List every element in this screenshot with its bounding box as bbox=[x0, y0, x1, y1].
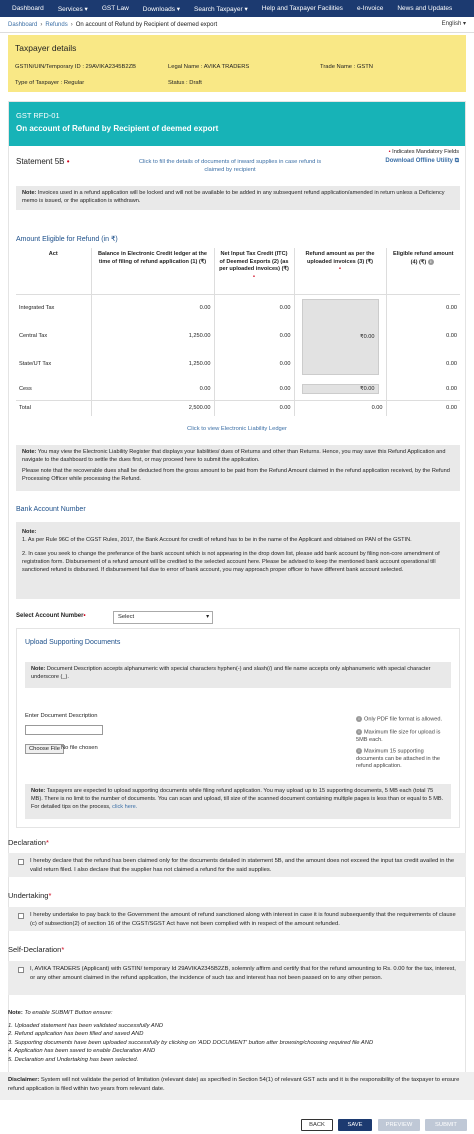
breadcrumb: Dashboard › Refunds › On account of Refu… bbox=[0, 17, 474, 33]
account-number-select[interactable]: Select ▾ bbox=[113, 611, 213, 624]
declaration-box: I hereby declare that the refund has bee… bbox=[8, 853, 466, 877]
nav-search-taxpayer[interactable]: Search Taxpayer ▾ bbox=[187, 0, 255, 17]
document-description-input[interactable] bbox=[25, 725, 103, 735]
self-declaration-box: I, AVIKA TRADERS (Applicant) with GSTIN/… bbox=[8, 961, 466, 995]
taxpayer-details: Taxpayer details GSTIN/UIN/Temporary ID … bbox=[8, 35, 466, 92]
electronic-liability-ledger-link[interactable]: Click to view Electronic Liability Ledge… bbox=[9, 426, 465, 432]
refund-central-input[interactable]: ₹0.00 bbox=[301, 298, 379, 375]
download-offline-utility-link[interactable]: Download Offline Utility ⧉ bbox=[385, 158, 459, 165]
submit-note: Note: To enable SUBMIT Button ensure: 1.… bbox=[8, 1010, 374, 1063]
document-description-label: Enter Document Description bbox=[25, 713, 98, 719]
upload-info-1: i Only PDF file format is allowed. bbox=[356, 716, 452, 724]
disclaimer: Disclaimer: System will not validate the… bbox=[0, 1072, 474, 1100]
select-account-label: Select Account Number• bbox=[16, 613, 86, 619]
statement-label: Statement 5B • bbox=[16, 157, 70, 166]
nav-news[interactable]: News and Updates bbox=[390, 0, 459, 17]
status-field: Status : Draft bbox=[168, 80, 202, 86]
nav-downloads[interactable]: Downloads ▾ bbox=[136, 0, 187, 17]
upload-section: Upload Supporting Documents Note: Docume… bbox=[16, 628, 460, 828]
table-row: Cess 0.00 0.00 ₹0.00 0.00 bbox=[16, 378, 460, 401]
info-icon: i bbox=[356, 748, 362, 754]
nav-services[interactable]: Services ▾ bbox=[51, 0, 95, 17]
form-header: GST RFD-01 On account of Refund by Recip… bbox=[9, 102, 465, 146]
breadcrumb-separator: › bbox=[70, 21, 73, 28]
self-declaration-heading: Self-Declaration* bbox=[8, 945, 65, 954]
submit-button[interactable]: SUBMIT bbox=[425, 1119, 467, 1131]
amount-eligible-heading: Amount Eligible for Refund (in ₹) bbox=[16, 236, 118, 243]
click-here-link[interactable]: click here. bbox=[112, 804, 137, 810]
taxpayer-upload-note: Note: Taxpayers are expected to upload s… bbox=[25, 784, 451, 819]
external-link-icon: ⧉ bbox=[454, 158, 459, 164]
nav-gst-law[interactable]: GST Law bbox=[95, 0, 136, 17]
col-refund: Refund amount as per the uploaded invoic… bbox=[293, 248, 386, 295]
nav-dashboard[interactable]: Dashboard bbox=[0, 0, 51, 17]
form-name: On account of Refund by Recipient of dee… bbox=[16, 124, 219, 133]
liability-note: Note: You may view the Electronic Liabil… bbox=[16, 445, 460, 491]
gstin-field: GSTIN/UIN/Temporary ID : 29AVIKA2345B2ZB bbox=[15, 64, 137, 70]
taxpayer-type-field: Type of Taxpayer : Regular bbox=[15, 80, 85, 86]
table-row: State/UT Tax 1,250.00 0.00 0.00 bbox=[16, 350, 460, 379]
upload-info-2: i Maximum file size for upload is 5MB eac… bbox=[356, 729, 441, 743]
table-row: Integrated Tax 0.00 0.00 ₹0.00 0.00 bbox=[16, 294, 460, 379]
legal-name-field: Legal Name : AVIKA TRADERS bbox=[168, 64, 250, 70]
upload-note: Note: Document Description accepts alpha… bbox=[25, 662, 451, 688]
col-act: Act bbox=[16, 248, 91, 295]
preview-button[interactable]: PREVIEW bbox=[378, 1119, 420, 1131]
chevron-down-icon: ▾ bbox=[206, 614, 209, 620]
col-balance: Balance in Electronic Credit ledger at t… bbox=[90, 248, 214, 295]
invoice-lock-note: Note: Invoices used in a refund applicat… bbox=[16, 186, 460, 210]
breadcrumb-current: On account of Refund by Recipient of dee… bbox=[75, 21, 218, 28]
refund-cess-input[interactable]: ₹0.00 bbox=[301, 384, 379, 395]
language-selector[interactable]: English ▾ bbox=[442, 20, 466, 27]
table-row: Central Tax 1,250.00 0.00 0.00 bbox=[16, 322, 460, 351]
col-net-itc: Net Input Tax Credit (ITC) of Deemed Exp… bbox=[213, 248, 294, 295]
taxpayer-details-title: Taxpayer details bbox=[15, 43, 77, 53]
info-icon: i bbox=[356, 716, 362, 722]
undertaking-heading: Undertaking* bbox=[8, 891, 52, 900]
nav-help[interactable]: Help and Taxpayer Facilities bbox=[255, 0, 350, 17]
declaration-checkbox[interactable] bbox=[18, 859, 24, 865]
refund-form-panel: GST RFD-01 On account of Refund by Recip… bbox=[8, 101, 466, 1097]
back-button[interactable]: BACK bbox=[301, 1119, 333, 1131]
undertaking-box: I hereby undertake to pay back to the Go… bbox=[8, 907, 466, 931]
bank-note: Note: 1. As per Rule 96C of the CGST Rul… bbox=[16, 522, 460, 599]
bank-account-heading: Bank Account Number bbox=[16, 506, 86, 513]
self-declaration-checkbox[interactable] bbox=[18, 967, 24, 973]
upload-heading: Upload Supporting Documents bbox=[25, 639, 121, 646]
nav-e-invoice[interactable]: e-Invoice bbox=[350, 0, 390, 17]
undertaking-checkbox[interactable] bbox=[18, 913, 24, 919]
choose-file-button[interactable]: Choose File bbox=[25, 744, 64, 754]
breadcrumb-refunds[interactable]: Refunds bbox=[45, 22, 67, 28]
breadcrumb-dashboard[interactable]: Dashboard bbox=[8, 22, 37, 28]
trade-name-field: Trade Name : GSTN bbox=[320, 64, 373, 70]
col-eligible: Eligible refund amount (4) (₹) i bbox=[385, 248, 460, 295]
refund-input-block: ₹0.00 bbox=[293, 294, 386, 379]
amount-table: Act Balance in Electronic Credit ledger … bbox=[16, 248, 460, 416]
file-status: No file chosen bbox=[61, 745, 98, 751]
upload-info-3: i Maximum 15 supporting documents can be … bbox=[356, 748, 440, 770]
mandatory-indicator: • Indicates Mandatory Fields bbox=[388, 149, 459, 155]
table-total-row: Total 2,500.00 0.00 0.00 0.00 bbox=[16, 400, 460, 416]
form-code: GST RFD-01 bbox=[16, 111, 60, 120]
info-icon[interactable]: i bbox=[427, 258, 434, 265]
declaration-heading: Declaration* bbox=[8, 838, 49, 847]
save-button[interactable]: SAVE bbox=[338, 1119, 372, 1131]
top-nav: Dashboard Services ▾ GST Law Downloads ▾… bbox=[0, 0, 474, 17]
statement-5b-link[interactable]: Click to fill the details of documents o… bbox=[130, 158, 330, 174]
breadcrumb-separator: › bbox=[40, 21, 43, 28]
info-icon: i bbox=[356, 729, 362, 735]
